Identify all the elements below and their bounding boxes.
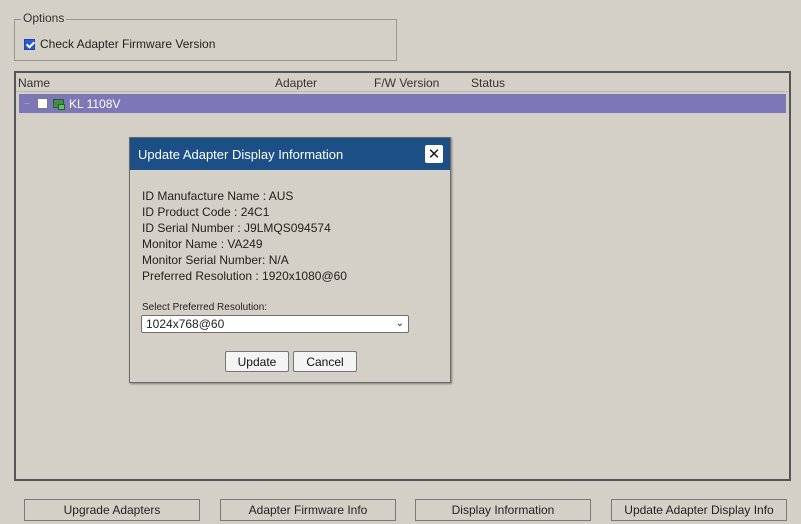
chevron-down-icon: ⌄	[395, 318, 404, 329]
cancel-button[interactable]: Cancel	[293, 351, 357, 372]
info-preferred-resolution: Preferred Resolution : 1920x1080@60	[142, 269, 347, 283]
display-information-button[interactable]: Display Information	[415, 499, 591, 521]
update-button[interactable]: Update	[225, 351, 289, 372]
column-header-adapter[interactable]: Adapter	[275, 76, 317, 90]
info-monitor-serial: Monitor Serial Number: N/A	[142, 253, 289, 267]
resolution-select-label: Select Preferred Resolution:	[142, 302, 268, 313]
kvm-device-icon	[53, 98, 65, 110]
update-adapter-display-info-button[interactable]: Update Adapter Display Info	[611, 499, 787, 521]
resolution-select[interactable]: 1024x768@60 ⌄	[141, 315, 409, 333]
check-firmware-checkbox[interactable]	[24, 38, 35, 50]
display-info-lines: ID Manufacture Name : AUS ID Product Cod…	[142, 188, 347, 284]
column-header-status[interactable]: Status	[471, 76, 505, 90]
tree-expander-icon[interactable]: –	[22, 98, 32, 109]
info-monitor-name: Monitor Name : VA249	[142, 237, 263, 251]
info-serial-number: ID Serial Number : J9LMQS094574	[142, 221, 331, 235]
column-header-name[interactable]: Name	[18, 76, 50, 90]
close-icon[interactable]: ✕	[425, 145, 443, 163]
upgrade-adapters-button[interactable]: Upgrade Adapters	[24, 499, 200, 521]
adapter-firmware-info-button[interactable]: Adapter Firmware Info	[220, 499, 396, 521]
info-product-code: ID Product Code : 24C1	[142, 205, 270, 219]
options-group: Options Check Adapter Firmware Version	[14, 11, 397, 61]
check-firmware-option[interactable]: Check Adapter Firmware Version	[24, 37, 215, 51]
check-firmware-label[interactable]: Check Adapter Firmware Version	[40, 37, 215, 51]
options-legend: Options	[21, 11, 67, 25]
list-header: Name Adapter F/W Version Status	[16, 73, 789, 92]
info-manufacture-name: ID Manufacture Name : AUS	[142, 189, 294, 203]
dialog-title: Update Adapter Display Information	[138, 147, 344, 162]
row-checkbox[interactable]	[37, 98, 48, 109]
tree-row-kl1108v[interactable]: – KL 1108V	[19, 94, 786, 113]
resolution-select-value: 1024x768@60	[146, 317, 225, 331]
column-header-fw-version[interactable]: F/W Version	[374, 76, 439, 90]
tree-row-label: KL 1108V	[69, 96, 121, 111]
update-display-info-dialog: Update Adapter Display Information ✕ ID …	[129, 137, 451, 383]
dialog-titlebar: Update Adapter Display Information ✕	[130, 138, 450, 170]
